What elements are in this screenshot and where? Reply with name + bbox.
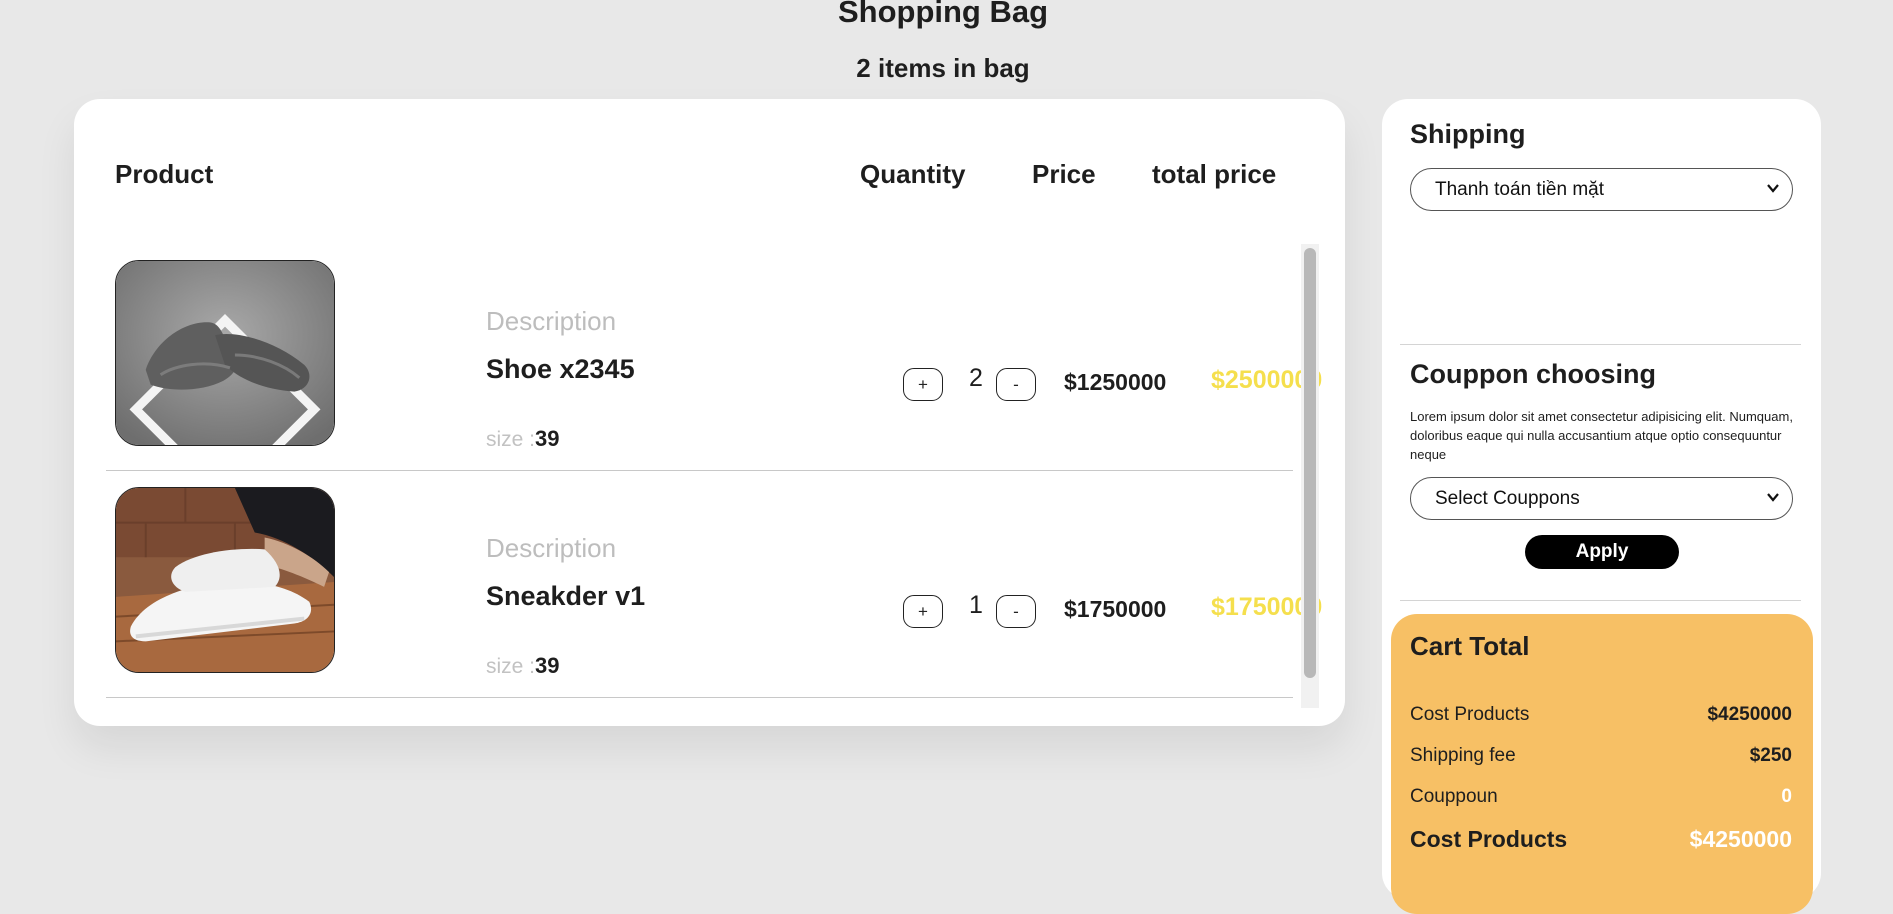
increase-quantity-button[interactable]: + — [903, 368, 943, 401]
coupon-selected-value: Select Couppons — [1435, 488, 1580, 509]
cart-panel: Product Quantity Price total price Descr… — [74, 99, 1345, 726]
increase-quantity-button[interactable]: + — [903, 595, 943, 628]
item-count: 2 items in bag — [856, 53, 1030, 83]
size-value: 39 — [535, 653, 560, 678]
product-image-shoe — [115, 260, 335, 446]
size-value: 39 — [535, 426, 560, 451]
shipping-method-select[interactable]: Thanh toán tiền mặt — [1410, 168, 1793, 211]
chevron-down-icon — [1767, 184, 1779, 193]
column-header-quantity: Quantity — [860, 159, 966, 189]
summary-value: $4250000 — [1707, 704, 1792, 725]
decrease-quantity-button[interactable]: - — [996, 595, 1036, 628]
summary-value: 0 — [1781, 786, 1792, 807]
product-description: Description — [486, 533, 617, 563]
page-title: Shopping Bag — [837, 0, 1049, 29]
decrease-quantity-button[interactable]: - — [996, 368, 1036, 401]
column-header-product: Product — [115, 159, 214, 189]
coupon-description: Lorem ipsum dolor sit amet consectetur a… — [1410, 409, 1793, 462]
quantity-value: 1 — [969, 591, 983, 619]
summary-label: Couppoun — [1410, 786, 1498, 807]
product-description: Description — [486, 306, 617, 336]
cart-items-list[interactable]: Description Shoe x2345 size :39 + 2 - $1… — [106, 244, 1331, 708]
apply-coupon-button[interactable]: Apply — [1525, 535, 1679, 569]
cart-total-card: Cart Total Cost Products $4250000 Shippi… — [1391, 614, 1813, 914]
grand-total-label: Cost Products — [1410, 826, 1568, 852]
section-divider — [1400, 600, 1801, 601]
shipping-selected-value: Thanh toán tiền mặt — [1435, 179, 1604, 200]
cart-total-title: Cart Total — [1410, 631, 1530, 661]
summary-value: $250 — [1749, 745, 1792, 766]
size-label: size : — [486, 428, 536, 451]
cart-item-row: Description Sneakder v1 size :39 + 1 - $… — [106, 471, 1322, 698]
chevron-down-icon — [1767, 493, 1779, 502]
product-image-sneaker — [115, 487, 335, 673]
grand-total-value: $4250000 — [1689, 826, 1792, 852]
section-divider — [1400, 344, 1801, 345]
shipping-title: Shipping — [1410, 119, 1526, 149]
product-name: Shoe x2345 — [486, 354, 635, 384]
column-header-price: Price — [1032, 159, 1096, 189]
summary-label: Shipping fee — [1410, 745, 1516, 766]
cart-list-scrollbar[interactable] — [1301, 244, 1319, 708]
product-size: size :39 — [486, 653, 560, 679]
size-label: size : — [486, 655, 536, 678]
coupon-title: Couppon choosing — [1410, 359, 1656, 389]
unit-price: $1250000 — [1064, 369, 1167, 395]
cart-item-row: Description Shoe x2345 size :39 + 2 - $1… — [106, 244, 1322, 471]
quantity-value: 2 — [969, 364, 983, 392]
product-size: size :39 — [486, 426, 560, 452]
unit-price: $1750000 — [1064, 596, 1167, 622]
product-name: Sneakder v1 — [486, 581, 646, 611]
coupon-select[interactable]: Select Couppons — [1410, 477, 1793, 520]
column-header-total-price: total price — [1152, 159, 1277, 189]
scrollbar-thumb[interactable] — [1304, 248, 1316, 678]
order-summary-panel: Shipping Thanh toán tiền mặt Couppon cho… — [1382, 99, 1821, 914]
summary-label: Cost Products — [1410, 704, 1530, 725]
